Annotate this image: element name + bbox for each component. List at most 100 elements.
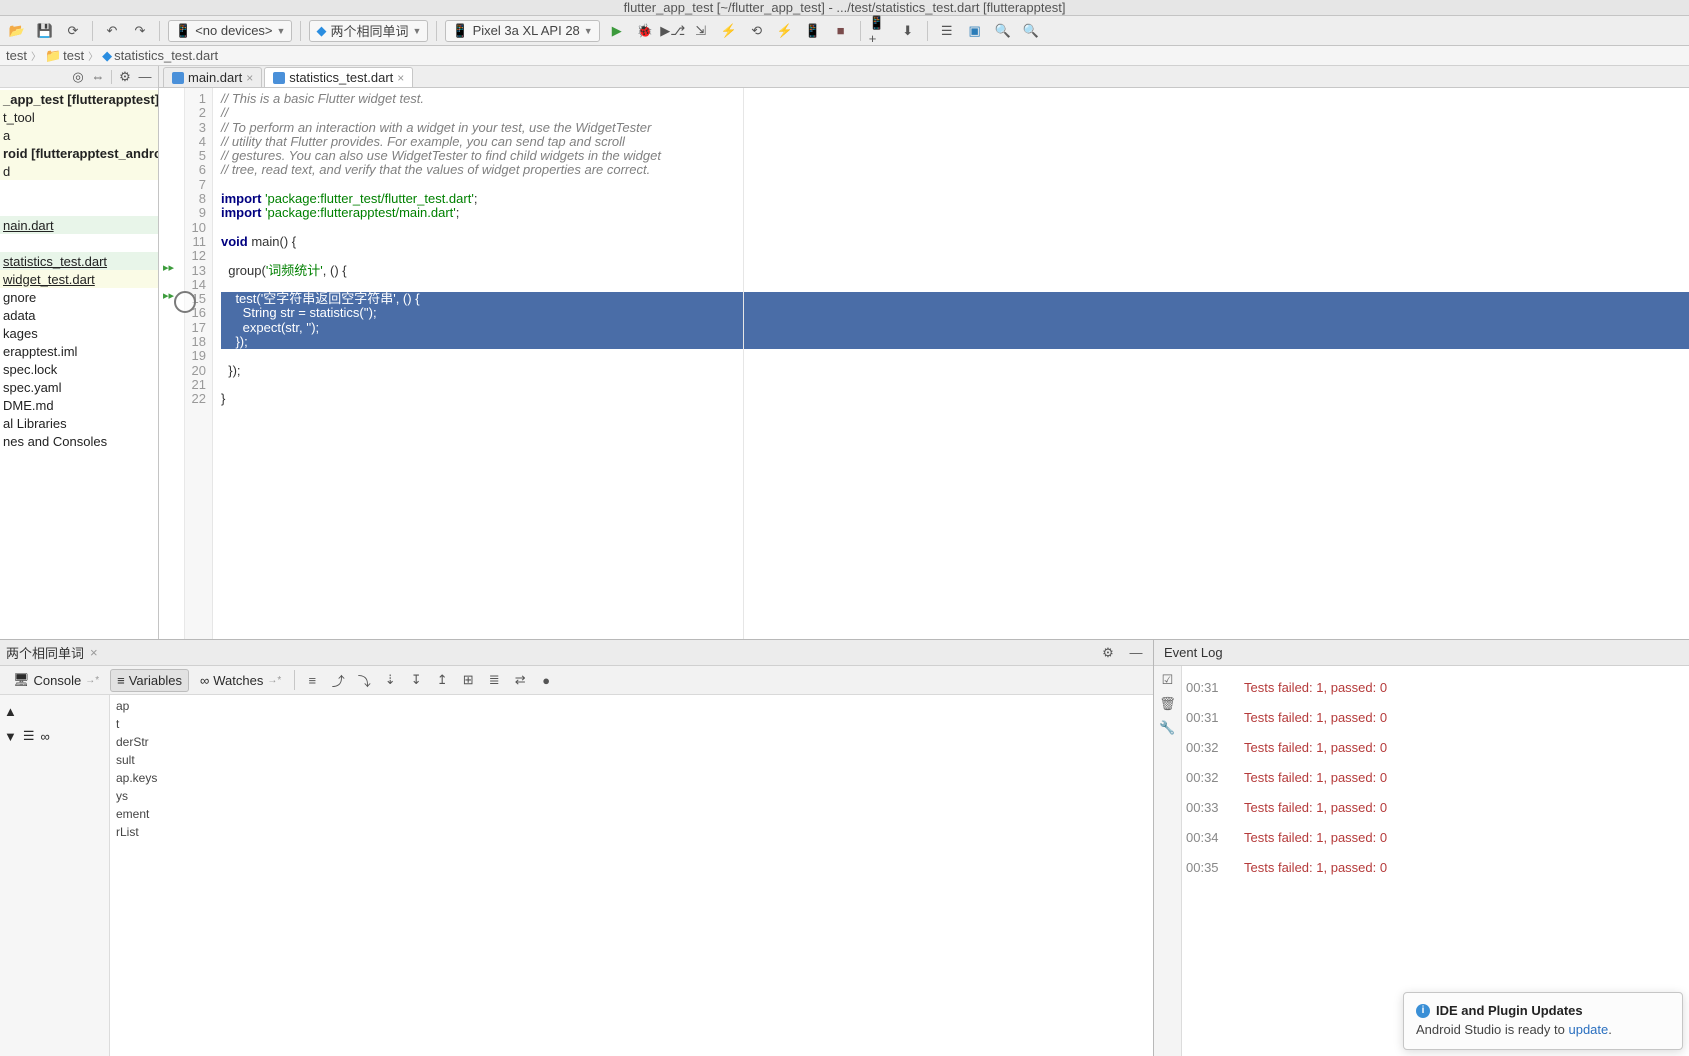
attach-icon[interactable]: ⇲ xyxy=(690,20,712,42)
variable-row[interactable]: rList xyxy=(116,825,1147,843)
resume-icon[interactable]: ⇄ xyxy=(509,669,531,691)
gear-icon[interactable]: ⚙ xyxy=(116,68,134,86)
refresh-icon[interactable]: ⟳ xyxy=(62,20,84,42)
event-log-row[interactable]: 00:32Tests failed: 1, passed: 0 xyxy=(1186,732,1685,762)
wrench-icon[interactable]: 🔧 xyxy=(1159,720,1175,736)
tree-item[interactable]: spec.lock xyxy=(0,360,158,378)
filter-icon[interactable]: 🔍 xyxy=(1020,20,1042,42)
line-number: 5 xyxy=(185,149,206,163)
run-gutter-icon[interactable]: ▸▸ xyxy=(163,289,174,302)
run-gutter-icon[interactable]: ▸▸ xyxy=(163,261,174,274)
event-log-row[interactable]: 00:31Tests failed: 1, passed: 0 xyxy=(1186,702,1685,732)
tree-item[interactable]: erapptest.iml xyxy=(0,342,158,360)
editor-tab[interactable]: statistics_test.dart× xyxy=(264,67,413,87)
tree-item[interactable]: a xyxy=(0,126,158,144)
tab-watches[interactable]: ∞ Watches →* xyxy=(193,669,288,692)
debug-frames-up[interactable]: ▲ xyxy=(4,699,17,723)
tree-item[interactable] xyxy=(0,234,158,252)
collapse-icon[interactable]: ⇔ xyxy=(89,68,107,86)
breadcrumb-item[interactable]: test xyxy=(63,48,84,63)
emulator-selector[interactable]: 📱 Pixel 3a XL API 28 ▼ xyxy=(445,20,599,42)
sdk-icon[interactable]: ⬇ xyxy=(897,20,919,42)
force-step-icon[interactable]: ⇣ xyxy=(379,669,401,691)
target-icon[interactable]: ◎ xyxy=(69,68,87,86)
tree-item[interactable] xyxy=(0,180,158,198)
event-log-row[interactable]: 00:33Tests failed: 1, passed: 0 xyxy=(1186,792,1685,822)
hot-restart-icon[interactable]: ⟲ xyxy=(746,20,768,42)
check-icon[interactable]: ☑ xyxy=(1162,672,1174,688)
close-icon[interactable]: × xyxy=(246,71,253,85)
step-over-icon[interactable]: ⤴ xyxy=(327,669,349,691)
save-icon[interactable]: 💾 xyxy=(34,20,56,42)
tree-item-label: erapptest.iml xyxy=(3,344,77,359)
variable-row[interactable]: t xyxy=(116,717,1147,735)
tab-variables[interactable]: ≡ Variables xyxy=(110,669,189,692)
avd-icon[interactable]: 📱+ xyxy=(869,20,891,42)
event-log-row[interactable]: 00:35Tests failed: 1, passed: 0 xyxy=(1186,852,1685,882)
run-icon[interactable]: ▶ xyxy=(606,20,628,42)
tree-item[interactable]: spec.yaml xyxy=(0,378,158,396)
tree-item[interactable] xyxy=(0,198,158,216)
event-log-row[interactable]: 00:34Tests failed: 1, passed: 0 xyxy=(1186,822,1685,852)
structure-icon[interactable]: ☰ xyxy=(936,20,958,42)
close-tab-icon[interactable]: × xyxy=(90,645,98,660)
debug-icon[interactable]: 🐞 xyxy=(634,20,656,42)
breadcrumb-item[interactable]: statistics_test.dart xyxy=(114,48,218,63)
debug-frames-down[interactable]: ▼☰∞ xyxy=(4,724,50,748)
tree-item[interactable]: nes and Consoles xyxy=(0,432,158,450)
eval-icon[interactable]: ⊞ xyxy=(457,669,479,691)
open-icon[interactable]: 📂 xyxy=(6,20,28,42)
tree-item[interactable]: kages xyxy=(0,324,158,342)
variable-row[interactable]: ap xyxy=(116,699,1147,717)
tree-item[interactable]: statistics_test.dart xyxy=(0,252,158,270)
undo-icon[interactable]: ↶ xyxy=(101,20,123,42)
tree-item[interactable]: t_tool xyxy=(0,108,158,126)
show-exec-icon[interactable]: ≣ xyxy=(483,669,505,691)
hide-icon[interactable]: — xyxy=(136,68,154,86)
code-editor[interactable]: // This is a basic Flutter widget test./… xyxy=(213,88,1689,639)
event-log-row[interactable]: 00:32Tests failed: 1, passed: 0 xyxy=(1186,762,1685,792)
tree-item[interactable]: al Libraries xyxy=(0,414,158,432)
device-selector[interactable]: 📱 <no devices> ▼ xyxy=(168,20,292,42)
tree-item[interactable]: gnore xyxy=(0,288,158,306)
variable-row[interactable]: ys xyxy=(116,789,1147,807)
mute-bp-icon[interactable]: ● xyxy=(535,669,557,691)
hot-reload-icon[interactable]: ⚡ xyxy=(718,20,740,42)
popup-update-link[interactable]: update xyxy=(1568,1022,1608,1037)
tree-item[interactable]: widget_test.dart xyxy=(0,270,158,288)
profiler-icon[interactable]: ▣ xyxy=(964,20,986,42)
close-icon[interactable]: × xyxy=(397,71,404,85)
minimize-icon[interactable]: — xyxy=(1125,642,1147,664)
variable-row[interactable]: ement xyxy=(116,807,1147,825)
stop-icon[interactable]: ■ xyxy=(830,20,852,42)
drop-frame-icon[interactable]: ↥ xyxy=(431,669,453,691)
coverage-icon[interactable]: ▶⎇ xyxy=(662,20,684,42)
variable-row[interactable]: derStr xyxy=(116,735,1147,753)
tree-item-label: nes and Consoles xyxy=(3,434,107,449)
tree-item[interactable]: d xyxy=(0,162,158,180)
tab-console[interactable]: 🖥 Console →* xyxy=(6,668,106,692)
flash-icon[interactable]: ⚡ xyxy=(774,20,796,42)
tree-item[interactable]: adata xyxy=(0,306,158,324)
variable-row[interactable]: ap.keys xyxy=(116,771,1147,789)
breadcrumb-item[interactable]: test xyxy=(6,48,27,63)
redo-icon[interactable]: ↷ xyxy=(129,20,151,42)
debug-variables-list[interactable]: aptderStrsultap.keysysementrList xyxy=(110,695,1153,1056)
step-out-icon[interactable]: ⤵ xyxy=(353,669,375,691)
tree-item[interactable]: DME.md xyxy=(0,396,158,414)
editor-tab[interactable]: main.dart× xyxy=(163,67,262,87)
run-to-icon[interactable]: ↧ xyxy=(405,669,427,691)
tree-item[interactable]: nain.dart xyxy=(0,216,158,234)
step-into-icon[interactable]: ≡ xyxy=(301,669,323,691)
trash-icon[interactable]: 🗑 xyxy=(1159,696,1176,712)
gear-icon[interactable]: ⚙ xyxy=(1097,642,1119,664)
project-tree[interactable]: _app_test [flutterapptest]t_toolaroid [f… xyxy=(0,88,158,639)
run-config-selector[interactable]: ◆ 两个相同单词 ▼ xyxy=(309,20,428,42)
event-log-row[interactable]: 00:31Tests failed: 1, passed: 0 xyxy=(1186,672,1685,702)
tree-item[interactable]: roid [flutterapptest_android] xyxy=(0,144,158,162)
search-icon[interactable]: 🔍 xyxy=(992,20,1014,42)
separator xyxy=(159,21,160,41)
variable-row[interactable]: sult xyxy=(116,753,1147,771)
device-icon[interactable]: 📱 xyxy=(802,20,824,42)
tree-item[interactable]: _app_test [flutterapptest] xyxy=(0,90,158,108)
